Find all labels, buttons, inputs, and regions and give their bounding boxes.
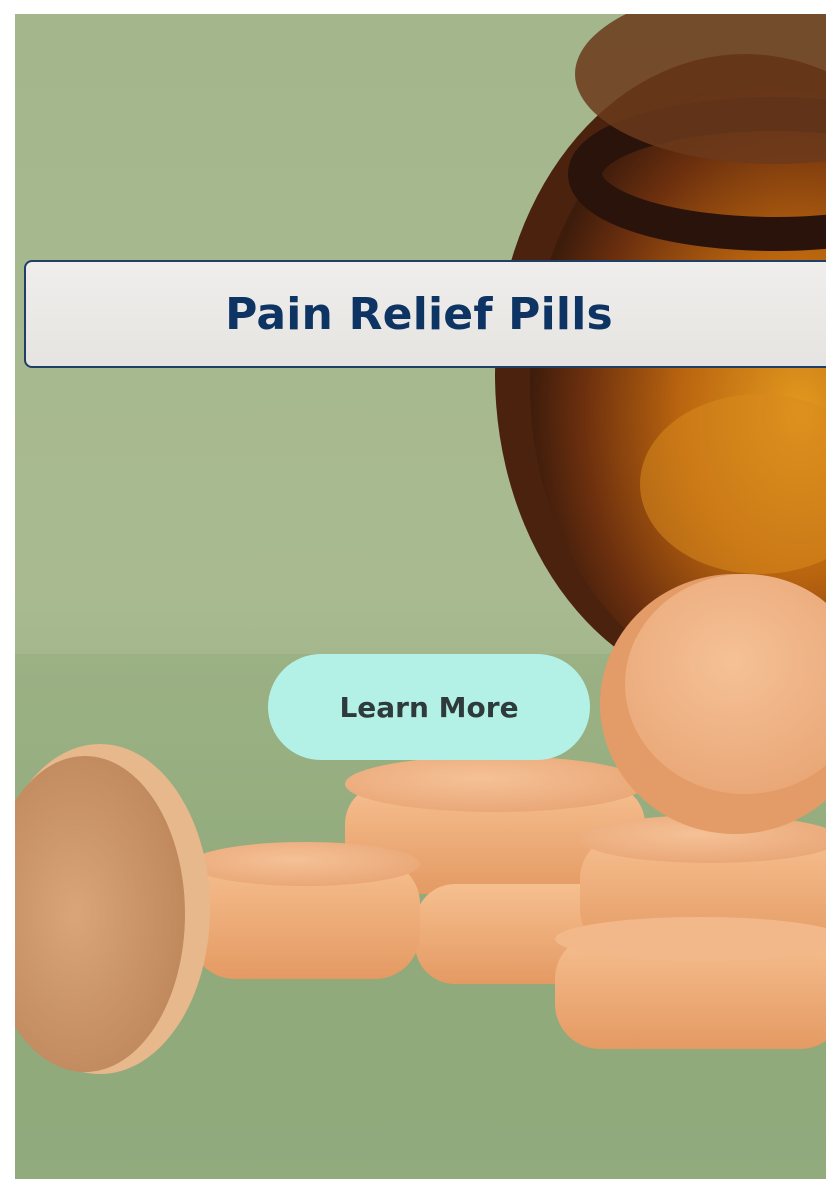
title-banner: Pain Relief Pills	[24, 260, 826, 368]
learn-more-button[interactable]: Learn More	[268, 654, 590, 760]
tablet-left-flat	[190, 842, 420, 979]
product-photo	[15, 14, 826, 1179]
product-title: Pain Relief Pills	[225, 288, 613, 340]
tablet-stack-right	[555, 815, 826, 1049]
ad-frame: Pain Relief Pills Learn More	[15, 14, 826, 1179]
